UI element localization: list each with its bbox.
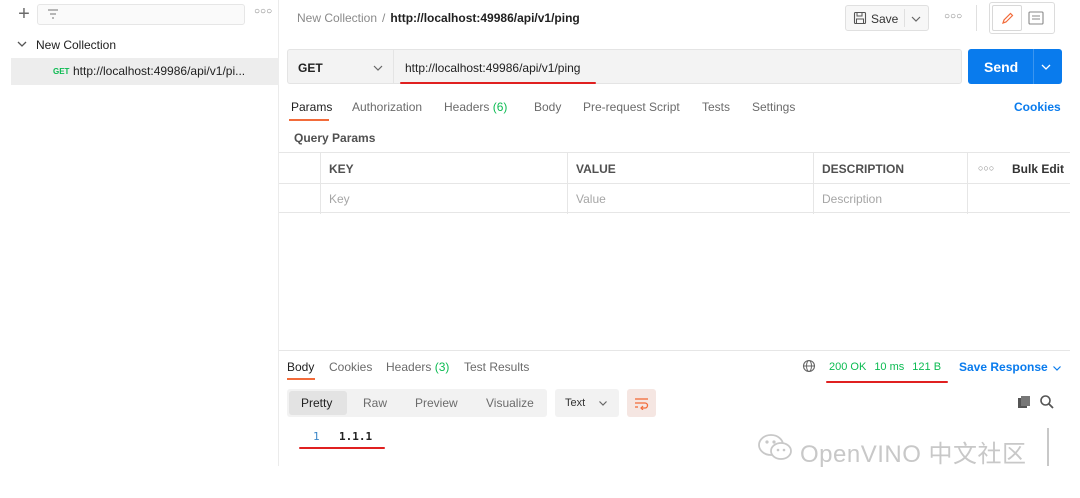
watermark: OpenVINO 中文社区: [756, 430, 1056, 468]
wrap-lines-button[interactable]: [627, 389, 656, 417]
header-divider: [976, 5, 977, 31]
format-visualize[interactable]: Visualize: [486, 396, 534, 410]
tab-settings[interactable]: Settings: [752, 100, 795, 114]
table-column-divider: [567, 153, 568, 214]
request-url-label: http://localhost:49986/api/v1/pi...: [73, 64, 246, 78]
cookies-link[interactable]: Cookies: [1014, 100, 1061, 114]
url-input[interactable]: http://localhost:49986/api/v1/ping: [393, 49, 962, 84]
sidebar-toolbar: + ○○○: [11, 0, 279, 30]
save-label: Save: [871, 12, 899, 26]
wrap-lines-icon: [635, 398, 649, 410]
response-tab-body[interactable]: Body: [287, 360, 314, 374]
param-key-input[interactable]: Key: [329, 192, 350, 206]
query-params-heading: Query Params: [294, 131, 376, 145]
response-tab-headers-count: (3): [434, 360, 450, 374]
query-params-table: KEY VALUE DESCRIPTION ○○○ Bulk Edit Key …: [279, 152, 1070, 214]
table-column-divider: [967, 153, 968, 214]
line-number: 1: [313, 430, 320, 443]
body-annotation-underline: [299, 447, 385, 449]
url-annotation-underline: [400, 82, 596, 84]
tab-headers-count: (6): [492, 100, 508, 114]
pencil-icon: [1002, 12, 1014, 24]
save-icon: [853, 11, 867, 25]
breadcrumb-request[interactable]: http://localhost:49986/api/v1/ping: [390, 11, 579, 25]
response-time[interactable]: 10 ms: [874, 361, 904, 373]
breadcrumb-separator: /: [382, 11, 386, 25]
format-preview[interactable]: Preview: [415, 396, 458, 410]
active-response-tab-indicator: [287, 378, 315, 380]
param-value-input[interactable]: Value: [576, 192, 606, 206]
save-response-label: Save Response: [959, 360, 1048, 374]
response-tab-headers-label: Headers: [386, 360, 432, 374]
status-annotation-underline: [826, 381, 948, 383]
wechat-icon: [758, 434, 792, 460]
documentation-icon[interactable]: [1026, 8, 1046, 28]
watermark-text: OpenVINO 中文社区: [800, 441, 1027, 468]
format-pretty[interactable]: Pretty: [301, 396, 332, 410]
status-code[interactable]: 200 OK: [829, 361, 866, 373]
chevron-down-icon: [373, 65, 383, 71]
copy-icon[interactable]: [1017, 395, 1031, 409]
request-method-badge: GET: [53, 67, 70, 76]
tab-body[interactable]: Body: [534, 100, 561, 114]
response-tab-cookies[interactable]: Cookies: [329, 360, 372, 374]
method-value: GET: [298, 61, 323, 75]
tab-params[interactable]: Params: [291, 100, 332, 114]
response-status-bar: 200 OK 10 ms 121 B: [829, 361, 949, 373]
collection-item[interactable]: New Collection: [11, 35, 279, 55]
send-button[interactable]: Send: [968, 49, 1062, 84]
tab-headers-label: Headers: [444, 100, 490, 114]
send-divider: [1033, 49, 1034, 84]
filter-icon[interactable]: [46, 7, 60, 21]
url-value: http://localhost:49986/api/v1/ping: [405, 61, 581, 75]
plus-icon[interactable]: +: [14, 3, 34, 25]
breadcrumb: New Collection / http://localhost:49986/ap…: [297, 11, 580, 25]
response-format-tabs: Pretty Raw Preview Visualize: [287, 389, 547, 417]
sidebar-request-item[interactable]: GET http://localhost:49986/api/v1/pi...: [11, 58, 279, 85]
watermark-bar: [1047, 428, 1049, 466]
param-description-input[interactable]: Description: [822, 192, 882, 206]
table-row-divider: [279, 183, 1070, 184]
tab-headers[interactable]: Headers (6): [444, 100, 507, 114]
column-header-value: VALUE: [576, 162, 616, 176]
chevron-down-icon[interactable]: [16, 38, 28, 50]
bulk-edit-button[interactable]: Bulk Edit: [1012, 162, 1064, 176]
tab-pre-request-script[interactable]: Pre-request Script: [583, 100, 680, 114]
chevron-down-icon: [1052, 365, 1061, 371]
view-mode-toggle: [989, 2, 1055, 34]
more-options-icon[interactable]: ○○○: [944, 11, 962, 22]
tab-tests[interactable]: Tests: [702, 100, 730, 114]
save-button[interactable]: Save: [845, 5, 929, 31]
pane-divider[interactable]: [279, 350, 1070, 351]
save-divider: [904, 9, 905, 27]
collection-name: New Collection: [36, 38, 117, 52]
edit-mode-button[interactable]: [992, 5, 1022, 31]
chevron-down-icon: [599, 401, 607, 406]
response-body-text[interactable]: 1.1.1: [339, 430, 372, 443]
method-select[interactable]: GET: [287, 49, 393, 84]
breadcrumb-collection[interactable]: New Collection: [297, 11, 377, 25]
more-options-icon[interactable]: ○○○: [254, 6, 272, 20]
response-tab-headers[interactable]: Headers (3): [386, 360, 449, 374]
sidebar-search-input[interactable]: [37, 4, 245, 25]
response-tab-test-results[interactable]: Test Results: [464, 360, 529, 374]
response-type-value: Text: [565, 397, 586, 409]
tab-authorization[interactable]: Authorization: [352, 100, 422, 114]
save-response-button[interactable]: Save Response: [959, 360, 1062, 374]
column-header-key: KEY: [329, 162, 354, 176]
send-label: Send: [984, 59, 1019, 75]
more-options-icon[interactable]: ○○○: [978, 163, 994, 173]
globe-icon[interactable]: [802, 359, 816, 373]
chevron-down-icon[interactable]: [1040, 61, 1052, 73]
table-column-divider: [320, 153, 321, 214]
response-size[interactable]: 121 B: [912, 361, 941, 373]
response-type-select[interactable]: Text: [555, 389, 619, 417]
column-header-description: DESCRIPTION: [822, 162, 905, 176]
search-icon[interactable]: [1039, 394, 1054, 409]
chevron-down-icon[interactable]: [910, 13, 922, 25]
table-column-divider: [813, 153, 814, 214]
active-tab-indicator: [289, 119, 329, 121]
sidebar: + ○○○ New Collection GET http://localhos…: [11, 0, 279, 466]
format-raw[interactable]: Raw: [363, 396, 387, 410]
